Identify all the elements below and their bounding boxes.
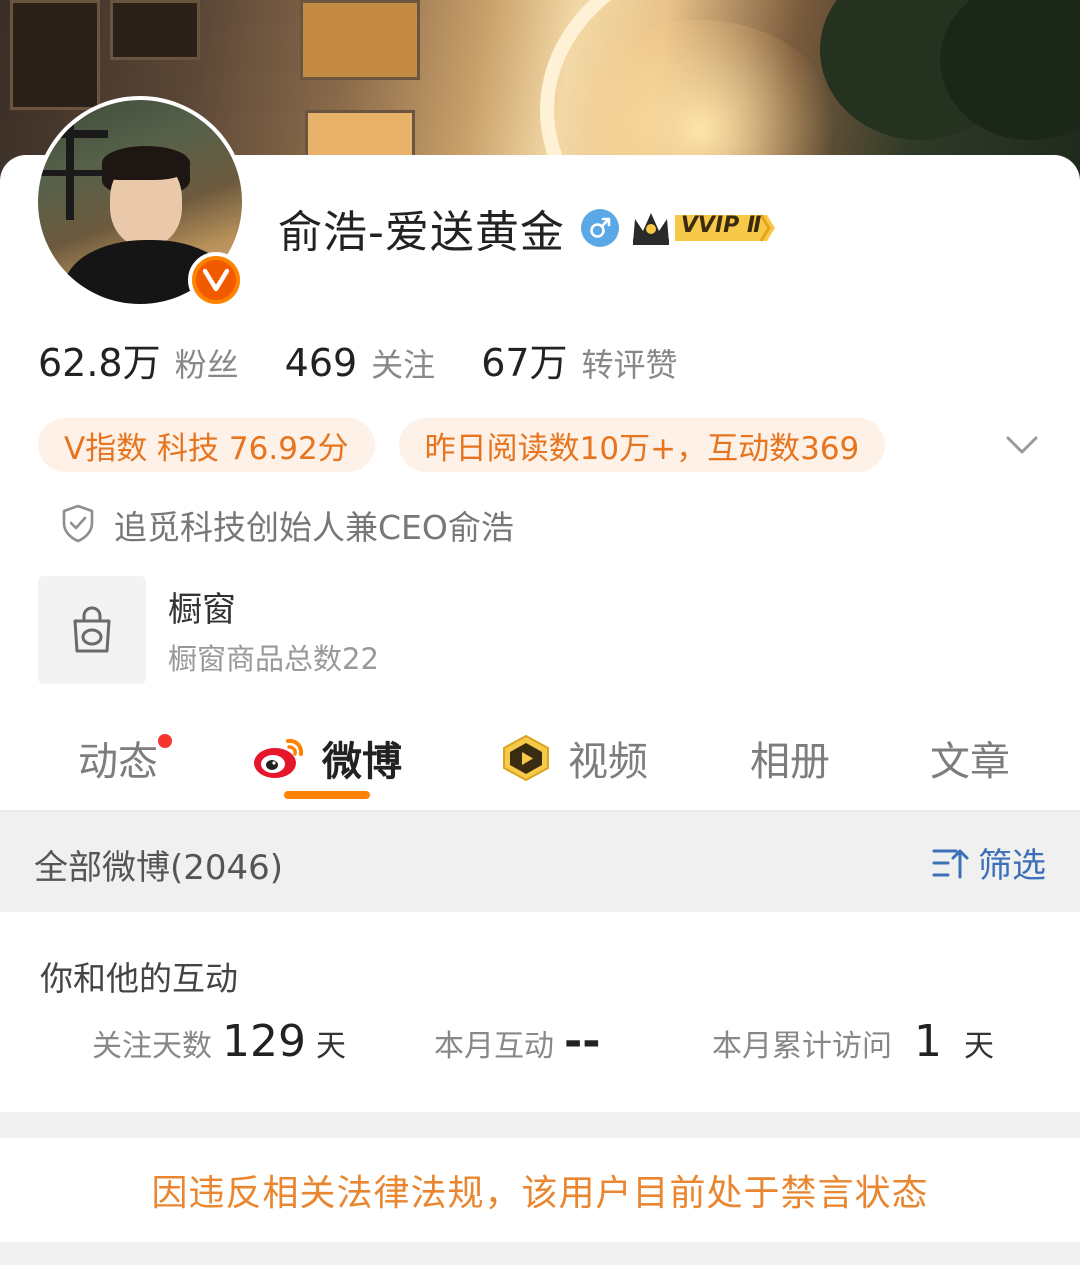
tab-label: 文章 bbox=[930, 739, 1010, 785]
tab-album[interactable]: 相册 bbox=[750, 728, 830, 788]
tab-label: 相册 bbox=[750, 739, 830, 785]
verified-badge-icon bbox=[188, 252, 244, 308]
tab-label: 视频 bbox=[568, 739, 648, 785]
interaction-title: 你和他的互动 bbox=[40, 959, 238, 998]
feed-filter-bar: 全部微博(2046) 筛选 bbox=[0, 812, 1080, 912]
month-visits-label: 本月累计访问 bbox=[712, 1029, 892, 1064]
tab-label: 动态 bbox=[78, 739, 158, 785]
month-interaction-label: 本月互动 bbox=[434, 1029, 554, 1064]
all-weibo-count[interactable]: 全部微博(2046) bbox=[34, 840, 283, 889]
shop-window-icon[interactable] bbox=[38, 576, 146, 684]
section-gap bbox=[0, 1242, 1080, 1265]
month-interaction-value: -- bbox=[564, 1016, 601, 1067]
section-gap bbox=[0, 1112, 1080, 1138]
cover-window bbox=[300, 0, 420, 80]
month-visits: 本月累计访问 1 天 bbox=[712, 1016, 994, 1078]
video-hexagon-icon bbox=[500, 734, 552, 782]
stat-reposts-comments-likes[interactable]: 67万 转评赞 bbox=[481, 332, 677, 387]
profile-card bbox=[0, 155, 1080, 1265]
v-index-tag[interactable]: V指数 科技 76.92分 bbox=[38, 418, 375, 472]
shop-title[interactable]: 橱窗 bbox=[168, 582, 236, 631]
stat-fans[interactable]: 62.8万 粉丝 bbox=[38, 332, 239, 387]
verification-text: 追觅科技创始人兼CEO俞浩 bbox=[114, 508, 514, 547]
cover-window bbox=[110, 0, 200, 60]
follow-days-unit: 天 bbox=[315, 1029, 346, 1064]
stat-following[interactable]: 469 关注 bbox=[285, 340, 436, 386]
shield-check-icon bbox=[60, 503, 96, 547]
stats-row: 62.8万 粉丝 469 关注 67万 转评赞 bbox=[38, 332, 724, 388]
tab-weibo[interactable]: 微博 bbox=[252, 728, 402, 788]
stat-label: 转评赞 bbox=[581, 346, 678, 384]
cover-window bbox=[305, 110, 415, 160]
name-row: 俞浩-爱送黄金 VVIP Ⅱ bbox=[278, 200, 777, 258]
profile-tabs: 动态 微博 视频 相册 文章 bbox=[0, 712, 1080, 810]
verification-row[interactable]: 追觅科技创始人兼CEO俞浩 bbox=[60, 500, 514, 550]
filter-icon bbox=[932, 845, 972, 881]
filter-button[interactable]: 筛选 bbox=[932, 838, 1046, 887]
stat-value: 469 bbox=[284, 341, 358, 385]
stat-value: 62.8万 bbox=[38, 341, 161, 385]
cover-window bbox=[10, 0, 100, 110]
weibo-logo-icon bbox=[252, 735, 308, 781]
tab-video[interactable]: 视频 bbox=[500, 728, 648, 788]
follow-days-label: 关注天数 bbox=[92, 1029, 212, 1064]
male-gender-icon bbox=[580, 209, 619, 247]
month-visits-value: 1 bbox=[914, 1016, 942, 1067]
stat-value: 67万 bbox=[481, 341, 568, 385]
vvip-label: VVIP Ⅱ bbox=[680, 213, 762, 238]
follow-days: 关注天数 129 天 bbox=[92, 1016, 346, 1078]
chevron-down-icon[interactable] bbox=[1004, 428, 1040, 462]
shop-subtitle: 橱窗商品总数22 bbox=[168, 642, 379, 676]
tags-row: V指数 科技 76.92分 昨日阅读数10万+，互动数369 bbox=[38, 418, 909, 472]
vvip-badge-icon[interactable]: VVIP Ⅱ bbox=[631, 207, 777, 249]
notification-dot bbox=[158, 734, 172, 748]
reading-stats-tag[interactable]: 昨日阅读数10万+，互动数369 bbox=[398, 418, 886, 472]
month-visits-unit: 天 bbox=[964, 1029, 994, 1064]
user-name[interactable]: 俞浩-爱送黄金 bbox=[278, 196, 565, 260]
follow-days-value: 129 bbox=[222, 1016, 306, 1067]
stat-label: 关注 bbox=[371, 346, 436, 384]
stat-label: 粉丝 bbox=[174, 346, 239, 384]
month-interaction: 本月互动 -- bbox=[434, 1016, 611, 1078]
tab-label: 微博 bbox=[322, 739, 402, 785]
filter-label: 筛选 bbox=[978, 846, 1046, 886]
tab-dynamic[interactable]: 动态 bbox=[78, 728, 172, 788]
tab-articles[interactable]: 文章 bbox=[930, 728, 1010, 788]
active-tab-indicator bbox=[284, 791, 370, 799]
ban-notice: 因违反相关法律法规，该用户目前处于禁言状态 bbox=[151, 1173, 929, 1214]
